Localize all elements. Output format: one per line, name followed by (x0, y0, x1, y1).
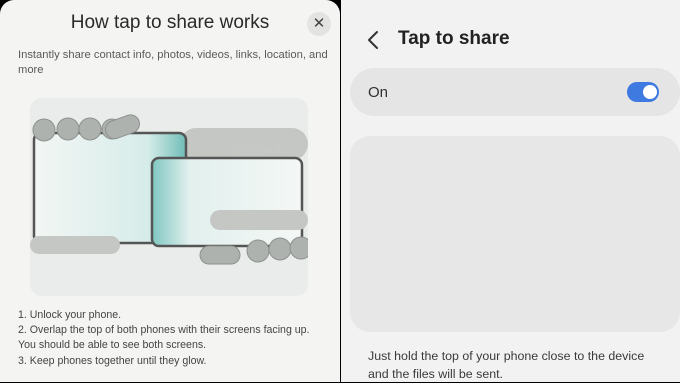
animation-placeholder (350, 136, 680, 332)
tap-to-share-illustration: 9to5Google (30, 98, 308, 296)
close-icon: ✕ (312, 15, 326, 32)
step-item: 2. Overlap the top of both phones with t… (18, 324, 310, 337)
step-item: You should be able to see both screens. (18, 339, 207, 352)
toggle-label: On (368, 84, 389, 101)
hint-text: Just hold the top of your phone close to… (368, 349, 645, 381)
sheet-title: How tap to share works (70, 12, 270, 33)
right-phone (150, 156, 304, 248)
chevron-left-icon (368, 31, 378, 49)
switch-knob (643, 85, 657, 99)
instruction-steps: 1. Unlock your phone. 2. Overlap the top… (18, 308, 336, 369)
close-button[interactable]: ✕ (307, 12, 331, 36)
step-item: 1. Unlock your phone. (18, 309, 122, 321)
illustration-watermark: 9to5Google (230, 144, 287, 156)
step-item: 3. Keep phones together until they glow. (18, 354, 207, 367)
how-it-works-sheet: How tap to share works ✕ Instantly share… (0, 0, 340, 382)
sheet-description: Instantly share contact info, photos, vi… (18, 49, 328, 76)
phones-illustration: 9to5Google (30, 114, 308, 265)
back-button[interactable] (360, 26, 388, 54)
page-title: Tap to share (398, 28, 510, 49)
